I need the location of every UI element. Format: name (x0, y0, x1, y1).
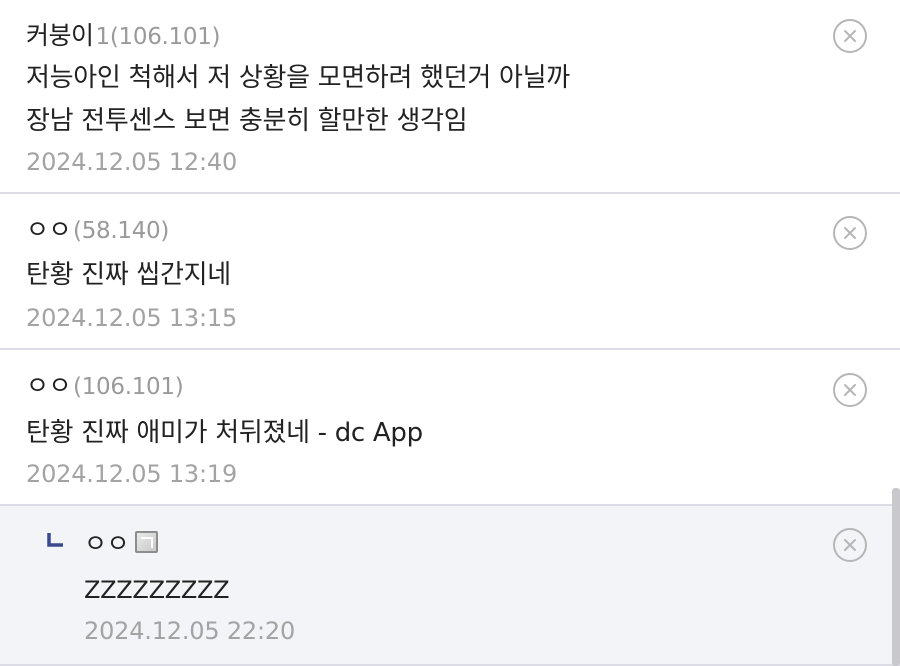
mobile-app-icon (135, 531, 159, 553)
close-circle-icon (844, 384, 856, 396)
comment-item: 커붕이 1(106.101) 저능아인 척해서 저 상황을 모면하려 했던거 아… (0, 0, 900, 194)
delete-comment-button[interactable] (833, 528, 867, 562)
comment-date: 2024.12.05 13:19 (26, 460, 238, 488)
comment-author: 커붕이 1(106.101) (26, 16, 221, 52)
comment-text-line: 탄황 진짜 씹간지네 (26, 260, 231, 290)
comment-item: ㅇㅇ (106.101) 탄황 진짜 애미가 처뒤졌네 - dc App 202… (0, 350, 900, 506)
comment-author: ㅇㅇ (106.101) (26, 366, 184, 402)
close-circle-icon (844, 227, 856, 239)
reply-arrow-icon (47, 533, 63, 547)
close-circle-icon (844, 30, 856, 42)
comment-nickname[interactable]: ㅇㅇ (26, 366, 72, 402)
comment-text-line: 장남 전투센스 보면 충분히 할만한 생각임 (26, 106, 468, 136)
comment-date: 2024.12.05 12:40 (26, 148, 238, 176)
comment-date: 2024.12.05 13:15 (26, 304, 238, 332)
comment-nickname[interactable]: 커붕이 (26, 16, 94, 52)
comment-author: ㅇㅇ (58.140) (26, 210, 169, 246)
comment-nickname[interactable]: ㅇㅇ (84, 524, 130, 560)
close-circle-icon (844, 539, 856, 551)
comment-nickname[interactable]: ㅇㅇ (26, 210, 72, 246)
scrollbar[interactable] (892, 488, 900, 666)
delete-comment-button[interactable] (833, 19, 867, 53)
comment-author: ㅇㅇ (84, 524, 159, 560)
comment-list: 커붕이 1(106.101) 저능아인 척해서 저 상황을 모면하려 했던거 아… (0, 0, 900, 666)
delete-comment-button[interactable] (833, 216, 867, 250)
comment-text-line: 탄황 진짜 애미가 처뒤졌네 - dc App (26, 418, 423, 448)
comment-ip: (106.101) (73, 374, 184, 400)
comment-date: 2024.12.05 22:20 (84, 617, 296, 645)
delete-comment-button[interactable] (833, 373, 867, 407)
comment-ip: 1(106.101) (95, 24, 221, 50)
comment-text-line: ZZZZZZZZZ (84, 576, 230, 604)
comment-text-line: 저능아인 척해서 저 상황을 모면하려 했던거 아닐까 (26, 63, 570, 93)
comment-item: ㅇㅇ (58.140) 탄황 진짜 씹간지네 2024.12.05 13:15 (0, 194, 900, 350)
reply-item: ㅇㅇ ZZZZZZZZZ 2024.12.05 22:20 (0, 506, 900, 666)
comment-ip: (58.140) (73, 218, 170, 244)
